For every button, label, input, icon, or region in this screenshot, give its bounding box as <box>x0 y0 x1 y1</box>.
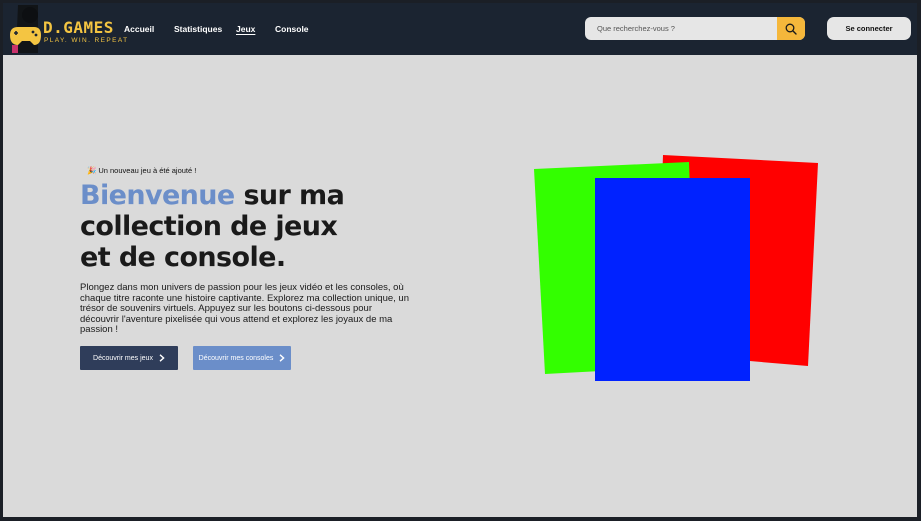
search-bar <box>585 17 805 40</box>
brand-name: D.GAMES <box>43 18 114 37</box>
hero-image-collage <box>534 155 818 381</box>
page: D.GAMES PLAY. WIN. REPEAT Accueil Statis… <box>3 3 917 517</box>
hero-title: Bienvenue sur ma collection de jeux et d… <box>80 180 345 273</box>
discover-games-button[interactable]: Découvrir mes jeux <box>80 346 178 370</box>
hero-title-part-3: et de console. <box>80 242 286 273</box>
party-popper-icon: 🎉 <box>87 166 97 175</box>
nav-jeux[interactable]: Jeux <box>236 24 255 34</box>
hero-description: Plongez dans mon univers de passion pour… <box>80 282 410 336</box>
hero-title-accent: Bienvenue <box>80 180 235 211</box>
nav-accueil[interactable]: Accueil <box>124 24 154 34</box>
hero-title-part-2: collection de jeux <box>80 211 338 242</box>
gamer-mascot-icon <box>10 5 41 53</box>
discover-games-label: Découvrir mes jeux <box>93 354 153 362</box>
logo[interactable]: D.GAMES PLAY. WIN. REPEAT <box>6 3 127 55</box>
discover-consoles-label: Découvrir mes consoles <box>198 354 274 362</box>
chevron-right-icon <box>279 354 285 362</box>
announcement-text: Un nouveau jeu à été ajouté ! <box>98 166 197 175</box>
chevron-right-icon <box>159 354 165 362</box>
search-button[interactable] <box>777 17 805 40</box>
card-blue <box>595 178 750 381</box>
announcement: 🎉 Un nouveau jeu à été ajouté ! <box>87 166 196 175</box>
discover-consoles-button[interactable]: Découvrir mes consoles <box>193 346 291 370</box>
search-icon <box>785 23 797 35</box>
nav-statistiques[interactable]: Statistiques <box>174 24 222 34</box>
hero-title-part-1: sur ma <box>234 180 345 211</box>
nav-console[interactable]: Console <box>275 24 309 34</box>
login-button[interactable]: Se connecter <box>827 17 911 40</box>
navbar: D.GAMES PLAY. WIN. REPEAT Accueil Statis… <box>3 3 917 55</box>
search-input[interactable] <box>585 17 777 40</box>
brand-tagline: PLAY. WIN. REPEAT <box>44 37 129 44</box>
